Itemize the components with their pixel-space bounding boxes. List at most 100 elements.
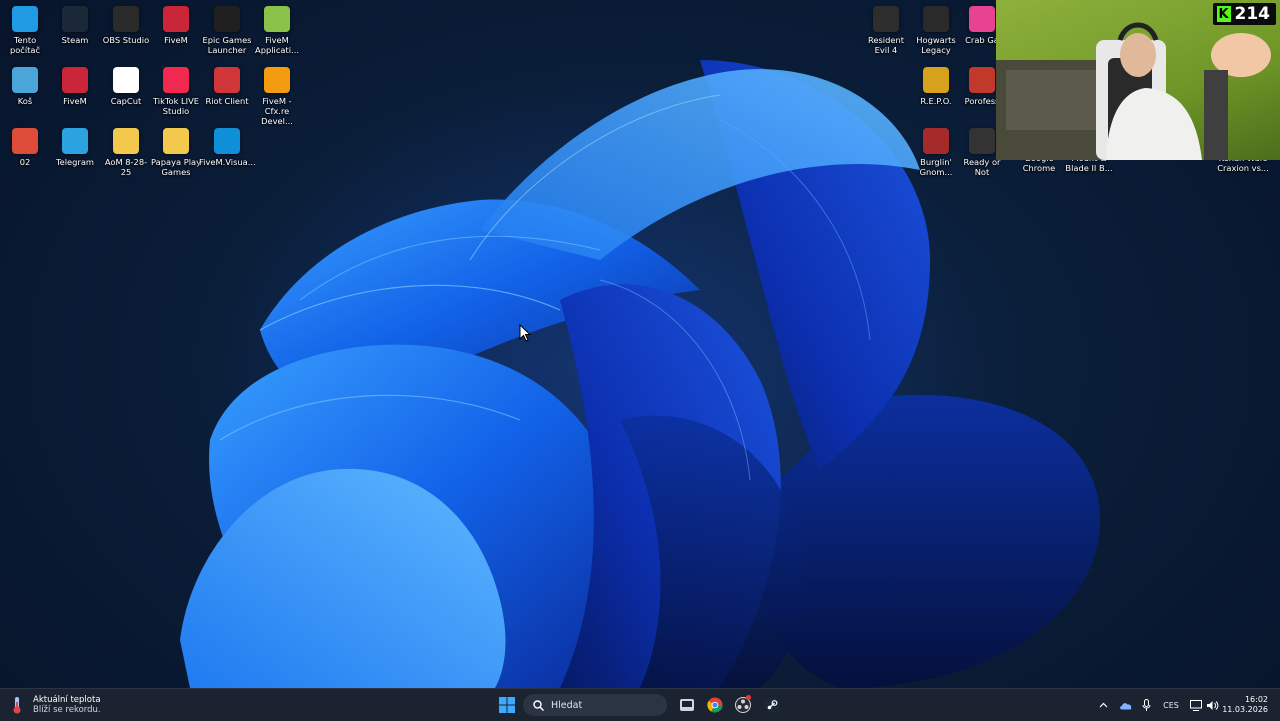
desktop-icon-telegram[interactable]: Telegram — [50, 122, 100, 167]
thermometer-icon — [13, 697, 21, 714]
desktop-icon-repo[interactable]: R.E.P.O. — [911, 61, 961, 106]
desktop-icon-steam[interactable]: Steam — [50, 0, 100, 45]
ready-or-not-icon — [969, 128, 995, 154]
desktop-icon-this-pc[interactable]: Tento počítač — [0, 0, 50, 55]
folder-icon — [113, 128, 139, 154]
cloud-icon — [1119, 702, 1131, 709]
desktop-icon-label: Burglin' Gnom... — [919, 157, 953, 177]
chrome-icon — [707, 697, 723, 713]
tray-onedrive[interactable] — [1117, 689, 1133, 721]
clock-date: 11.03.2026 — [1222, 705, 1268, 714]
weather-title: Aktuální teplota — [33, 695, 101, 705]
search-icon — [533, 699, 544, 711]
riot-client-icon — [214, 67, 240, 93]
desktop-icon-label: R.E.P.O. — [920, 96, 952, 106]
desktop-icon-label: FiveM Applicati... — [255, 35, 299, 55]
resident-evil-icon — [873, 6, 899, 32]
desktop-icon-cfx[interactable]: FiveM - Cfx.re Devel... — [252, 61, 302, 126]
desktop-icon-label: Hogwarts Legacy — [916, 35, 956, 55]
burglin-gnomes-icon — [923, 128, 949, 154]
hogwarts-icon — [923, 6, 949, 32]
speaker-icon — [1206, 700, 1218, 710]
desktop-icon-tiktok-live[interactable]: TikTok LIVE Studio — [151, 61, 201, 116]
desktop-icon-label: Koš — [17, 96, 33, 106]
taskbar-task-view[interactable] — [676, 689, 698, 721]
desktop-icon-burglin-gnomes[interactable]: Burglin' Gnom... — [911, 122, 961, 177]
viewer-count: 214 — [1234, 4, 1271, 24]
viewer-count-badge: K 214 — [1212, 3, 1276, 25]
tiktok-live-icon — [163, 67, 189, 93]
desktop-icon-label: Riot Client — [205, 96, 249, 106]
windows-start-icon — [499, 697, 515, 713]
desktop-icon-hogwarts[interactable]: Hogwarts Legacy — [911, 0, 961, 55]
desktop-icon-label: TikTok LIVE Studio — [152, 96, 200, 116]
webcam-overlay: K 214 — [996, 0, 1280, 160]
desktop-icon-recycle-bin[interactable]: Koš — [0, 61, 50, 106]
folder-icon — [163, 128, 189, 154]
chevron-up-icon — [1099, 702, 1107, 708]
desktop-icon-label: Resident Evil 4 — [867, 35, 904, 55]
fivem-icon — [62, 67, 88, 93]
obs-icon — [113, 6, 139, 32]
desktop-icon-label: Epic Games Launcher — [202, 35, 252, 55]
weather-widget[interactable]: Aktuální teplota Blíží se rekordu. — [10, 689, 120, 721]
tray-language[interactable]: CES — [1160, 689, 1182, 721]
steam-icon — [62, 6, 88, 32]
fivem-icon — [163, 6, 189, 32]
desktop-icon-resident-evil[interactable]: Resident Evil 4 — [861, 0, 911, 55]
desktop-icon-label: Ready or Not — [963, 157, 1001, 177]
taskbar-chrome[interactable] — [704, 689, 726, 721]
desktop-icon-fivem[interactable]: FiveM — [50, 61, 100, 106]
microphone-icon — [1142, 698, 1150, 711]
desktop-icon-obs[interactable]: OBS Studio — [101, 0, 151, 45]
kick-icon: K — [1216, 6, 1231, 22]
recycle-bin-icon — [12, 67, 38, 93]
desktop-icon-label: Porofess — [964, 96, 1000, 106]
edge-icon — [214, 128, 240, 154]
clock-time: 16:02 — [1244, 695, 1268, 704]
desktop-icon-capcut[interactable]: CapCut — [101, 61, 151, 106]
tray-volume[interactable] — [1205, 689, 1219, 721]
desktop-icon-folder[interactable]: Papaya Play Games — [151, 122, 201, 177]
taskbar-obs[interactable] — [732, 689, 754, 721]
desktop-icon-label: 02 — [19, 157, 31, 167]
epic-games-icon — [214, 6, 240, 32]
desktop-icon-label: Crab Ga — [965, 35, 999, 45]
tray-microphone[interactable] — [1139, 689, 1153, 721]
desktop-icon-label: FiveM — [164, 35, 188, 45]
start-button[interactable] — [495, 689, 519, 721]
desktop-icon-fivem[interactable]: FiveM — [151, 0, 201, 45]
desktop-icon-label: Tento počítač — [9, 35, 41, 55]
desktop-icon-label: CapCut — [110, 96, 142, 106]
desktop-icon-edge[interactable]: FiveM.Visua... — [199, 122, 256, 167]
desktop-icon-label: FiveM — [63, 96, 87, 106]
desktop-icon-label: Papaya Play Games — [151, 157, 201, 177]
recording-dot — [746, 695, 751, 700]
desktop-icon-chrome[interactable]: 02 — [0, 122, 50, 167]
desktop-icon-label: AoM 8-28-25 — [104, 157, 148, 177]
steam-icon — [764, 697, 780, 713]
language-indicator: CES — [1163, 700, 1179, 710]
desktop-icon-riot-client[interactable]: Riot Client — [202, 61, 252, 106]
desktop-icon-label: Steam — [61, 35, 89, 45]
mouse-cursor-icon — [519, 324, 531, 342]
desktop-icon-fivem-app[interactable]: FiveM Applicati... — [252, 0, 302, 55]
taskbar-steam[interactable] — [760, 689, 784, 721]
weather-subtitle: Blíží se rekordu. — [33, 705, 101, 715]
desktop-icon-epic-games[interactable]: Epic Games Launcher — [202, 0, 252, 55]
taskbar-clock[interactable]: 16:02 11.03.2026 — [1218, 689, 1268, 721]
tray-overflow-button[interactable] — [1096, 689, 1110, 721]
desktop-icon-label: FiveM.Visua... — [199, 157, 256, 167]
porofessor-icon — [969, 67, 995, 93]
desktop: Tento počítač Steam OBS Studio FiveM Epic Ga… — [0, 0, 1280, 688]
tray-network[interactable] — [1189, 689, 1203, 721]
crab-game-icon — [969, 6, 995, 32]
fivem-app-icon — [264, 6, 290, 32]
search-placeholder: Hledat — [551, 699, 583, 711]
desktop-icon-label: FiveM - Cfx.re Devel... — [261, 96, 293, 126]
network-icon — [1190, 699, 1202, 711]
taskbar-search[interactable]: Hledat — [522, 689, 668, 721]
repo-icon — [923, 67, 949, 93]
desktop-icon-folder[interactable]: AoM 8-28-25 — [101, 122, 151, 177]
desktop-icon-label: OBS Studio — [102, 35, 150, 45]
